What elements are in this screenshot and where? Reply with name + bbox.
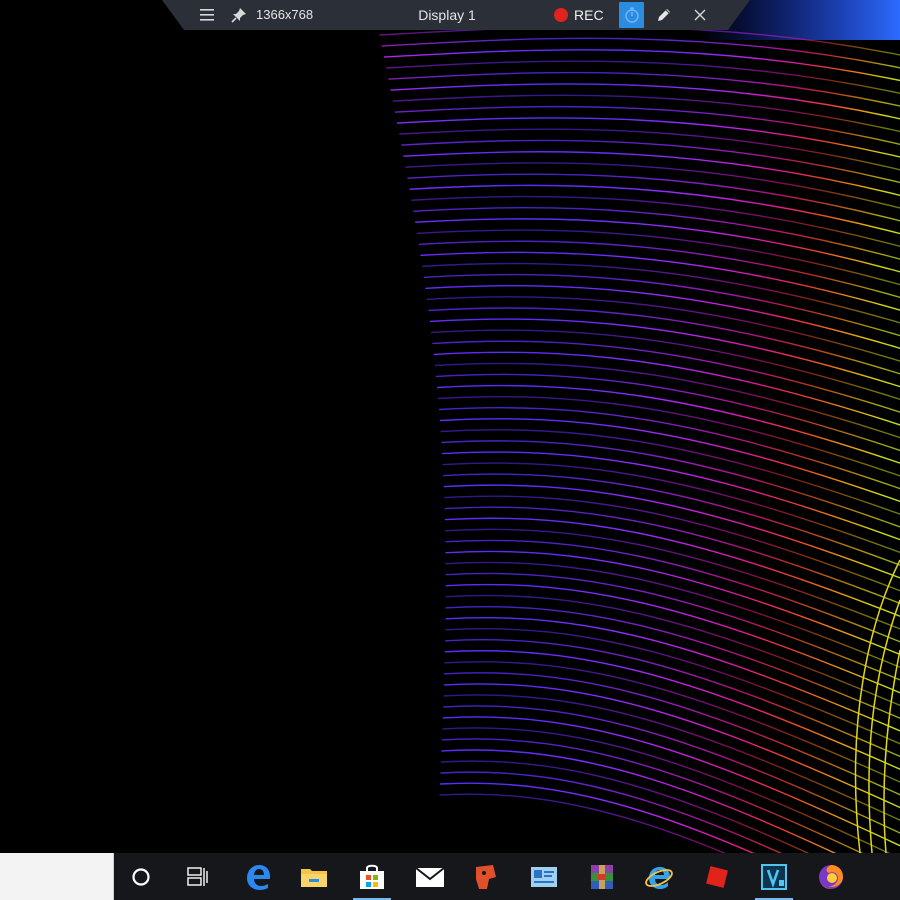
pen-button[interactable] <box>651 0 677 30</box>
taskbar-app-edge[interactable] <box>233 853 283 900</box>
display-selector[interactable]: Display 1 <box>402 0 492 30</box>
timer-icon <box>624 7 639 23</box>
record-label: REC <box>574 7 604 23</box>
close-icon <box>694 9 706 21</box>
recorder-toolbar: 1366x768 Display 1 REC <box>162 0 750 30</box>
taskbar-app-contacts[interactable] <box>519 853 569 900</box>
taskbar-app-file-explorer[interactable] <box>289 853 339 900</box>
edge-icon <box>247 864 270 890</box>
taskbar-app-firefox[interactable] <box>806 853 856 900</box>
resolution-label: 1366x768 <box>256 7 314 22</box>
pen-icon <box>658 9 670 21</box>
file-explorer-icon <box>301 868 327 887</box>
menu-icon <box>200 9 214 21</box>
taskbar-app-internet-explorer[interactable] <box>634 853 684 900</box>
taskbar-app-roblox[interactable] <box>692 853 742 900</box>
task-view-button[interactable] <box>173 853 223 900</box>
app-red-icon <box>476 864 496 889</box>
close-button[interactable] <box>689 0 711 30</box>
cortana-button[interactable] <box>116 853 166 900</box>
task-view-icon <box>187 866 208 886</box>
taskbar-app-mail[interactable] <box>405 853 455 900</box>
taskbar-app-store[interactable] <box>347 853 397 900</box>
vegas-icon <box>761 863 787 890</box>
taskbar-app-winrar[interactable] <box>577 853 627 900</box>
pin-button[interactable] <box>228 0 250 30</box>
desktop-wallpaper <box>0 0 900 853</box>
firefox-icon <box>819 864 843 889</box>
taskbar <box>0 853 900 900</box>
winrar-icon <box>591 864 613 889</box>
record-button[interactable]: REC <box>554 0 612 30</box>
pin-icon <box>231 8 246 23</box>
timer-button[interactable] <box>619 2 644 28</box>
mail-icon <box>415 866 445 887</box>
menu-button[interactable] <box>196 0 218 30</box>
taskbar-app-red[interactable] <box>461 853 511 900</box>
cortana-circle-icon <box>132 867 150 886</box>
rec-dot-icon <box>554 8 568 22</box>
taskbar-app-vegas[interactable] <box>749 853 799 900</box>
taskbar-search-input[interactable] <box>0 853 114 900</box>
microsoft-store-icon <box>360 864 384 889</box>
contacts-icon <box>531 866 557 887</box>
roblox-icon <box>706 865 728 888</box>
internet-explorer-icon <box>645 866 673 889</box>
